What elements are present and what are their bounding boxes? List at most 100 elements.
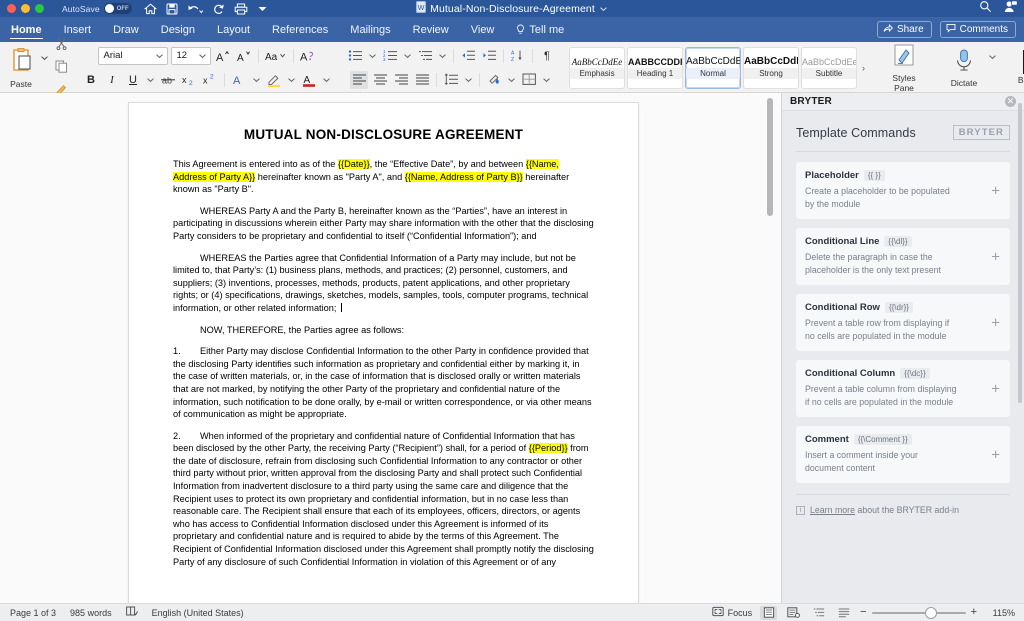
numbered-list-chevron-down-icon[interactable] [402, 47, 413, 65]
home-icon[interactable] [143, 3, 157, 15]
styles-gallery-more-button[interactable]: › [859, 63, 868, 73]
document-paragraph[interactable]: WHEREAS Party A and the Party B, hereina… [173, 205, 594, 243]
document-page[interactable]: MUTUAL NON-DISCLOSURE AGREEMENT This Agr… [129, 103, 638, 603]
document-paragraph[interactable]: WHEREAS the Parties agree that Confident… [173, 252, 594, 315]
tab-references[interactable]: References [261, 17, 339, 42]
document-title-chevron-down-icon[interactable] [599, 0, 608, 18]
zoom-out-button[interactable]: − [860, 607, 866, 618]
comments-button[interactable]: Comments [939, 21, 1016, 38]
customize-toolbar-icon[interactable] [257, 4, 268, 14]
multilevel-list-icon[interactable] [416, 47, 434, 65]
placeholder-token[interactable]: {{Period}} [528, 443, 568, 454]
font-color-chevron-down-icon[interactable] [321, 71, 332, 89]
text-effects-chevron-down-icon[interactable] [251, 71, 262, 89]
close-window-button[interactable] [7, 4, 16, 13]
font-name-combobox[interactable]: Arial [97, 46, 168, 65]
underline-chevron-down-icon[interactable] [145, 71, 156, 89]
command-card-conditional-column[interactable]: Conditional Column {{\dc}} Prevent a tab… [796, 360, 1010, 417]
style-subtitle[interactable]: AaBbCcDdEe Subtitle [801, 46, 857, 89]
styles-pane-button[interactable]: Styles Pane [881, 43, 927, 93]
account-icon[interactable] [1004, 0, 1018, 18]
strikethrough-button[interactable]: ab [159, 71, 177, 89]
tab-tell-me[interactable]: Tell me [505, 17, 575, 42]
command-card-conditional-row[interactable]: Conditional Row {{\dr}} Prevent a table … [796, 294, 1010, 351]
document-scrollbar-thumb[interactable] [767, 98, 773, 216]
status-bar-left[interactable]: Page 1 of 3 985 words English (United St… [0, 606, 244, 619]
tab-review[interactable]: Review [402, 17, 460, 42]
outline-view-button[interactable] [810, 606, 827, 620]
document-paragraph[interactable]: 1. Either Party may disclose Confidential… [173, 345, 594, 421]
learn-more-link[interactable]: Learn more [810, 505, 855, 515]
autosave-toggle[interactable]: OFF [103, 3, 132, 14]
minimize-window-button[interactable] [21, 4, 30, 13]
text-effects-icon[interactable]: A [230, 71, 248, 89]
tabstrip-right-actions[interactable]: Share Comments [876, 21, 1024, 38]
numbered-list-icon[interactable]: 123 [381, 47, 399, 65]
quick-access-toolbar[interactable] [143, 3, 268, 15]
print-layout-view-button[interactable] [760, 605, 778, 620]
close-icon[interactable]: ✕ [1005, 96, 1016, 107]
tab-mailings[interactable]: Mailings [339, 17, 401, 42]
window-controls[interactable] [7, 4, 44, 13]
paste-button[interactable]: Paste [4, 47, 38, 89]
add-command-icon[interactable]: + [991, 183, 1000, 198]
zoom-slider[interactable]: − + [860, 607, 977, 618]
font-size-combobox[interactable]: 12 [170, 46, 211, 65]
italic-button[interactable]: I [103, 71, 121, 89]
document-paragraph[interactable]: This Agreement is entered into as of the… [173, 158, 594, 196]
focus-button[interactable]: Focus [711, 606, 752, 619]
subscript-button[interactable]: x2 [180, 71, 198, 89]
show-formatting-marks-icon[interactable]: ¶ [538, 47, 556, 65]
save-icon[interactable] [166, 3, 178, 15]
titlebar-right-icons[interactable] [979, 0, 1018, 17]
task-pane-scrollbar[interactable] [1018, 103, 1022, 583]
dictate-button[interactable]: Dictate [941, 48, 987, 88]
maximize-window-button[interactable] [35, 4, 44, 13]
superscript-button[interactable]: x2 [201, 71, 219, 89]
copy-icon[interactable] [55, 60, 68, 78]
borders-icon[interactable] [520, 71, 538, 89]
sort-icon[interactable]: AZ [509, 47, 527, 65]
highlight-chevron-down-icon[interactable] [286, 71, 297, 89]
bryter-addin-button[interactable]: B BRYTER [1012, 50, 1024, 85]
shading-icon[interactable] [485, 71, 503, 89]
zoom-track[interactable] [871, 607, 966, 618]
document-paragraph[interactable]: NOW, THEREFORE, the Parties agree as fol… [173, 324, 594, 337]
clear-formatting-icon[interactable]: A [299, 47, 317, 65]
line-spacing-chevron-down-icon[interactable] [463, 71, 474, 89]
tab-home[interactable]: Home [0, 17, 53, 42]
page-number-status[interactable]: Page 1 of 3 [10, 608, 56, 618]
ribbon-group-clipboard[interactable]: Paste [0, 37, 72, 95]
style-strong[interactable]: AaBbCcDdE Strong [743, 46, 799, 89]
borders-chevron-down-icon[interactable] [541, 71, 552, 89]
undo-icon[interactable] [187, 3, 204, 15]
status-bar[interactable]: Page 1 of 3 985 words English (United St… [0, 603, 1024, 621]
cut-icon[interactable] [55, 37, 68, 55]
search-icon[interactable] [979, 0, 992, 18]
web-layout-view-button[interactable] [785, 606, 802, 620]
add-command-icon[interactable]: + [991, 447, 1000, 462]
zoom-in-button[interactable]: + [971, 607, 977, 618]
ribbon[interactable]: Paste Arial 12 A A Aa A B I U ab x 2 x 2… [0, 37, 1024, 95]
zoom-level[interactable]: 115% [985, 608, 1015, 618]
tab-design[interactable]: Design [150, 17, 206, 42]
command-card-placeholder[interactable]: Placeholder {{ }} Create a placeholder t… [796, 162, 1010, 219]
ribbon-group-font[interactable]: Arial 12 A A Aa A B I U ab x 2 x 2 A A [78, 42, 336, 93]
dictate-chevron-down-icon[interactable] [987, 48, 998, 66]
add-command-icon[interactable]: + [991, 381, 1000, 396]
style-heading-1[interactable]: AABBCCDDI Heading 1 [627, 46, 683, 89]
font-color-icon[interactable]: A [300, 71, 318, 89]
align-center-button[interactable] [371, 71, 389, 89]
align-right-button[interactable] [392, 71, 410, 89]
status-bar-right[interactable]: Focus − + 115% [711, 605, 1024, 620]
document-vertical-scrollbar[interactable] [767, 98, 773, 598]
document-canvas[interactable]: MUTUAL NON-DISCLOSURE AGREEMENT This Agr… [0, 93, 781, 603]
document-paragraph[interactable]: 2. When informed of the proprietary and c… [173, 430, 594, 569]
document-title[interactable]: Mutual-Non-Disclosure-Agreement [430, 3, 595, 15]
autosave-control[interactable]: AutoSave OFF [62, 3, 132, 14]
proofing-icon[interactable] [125, 606, 138, 619]
redo-icon[interactable] [213, 3, 225, 15]
ribbon-group-styles[interactable]: AaBbCcDdEe Emphasis AABBCCDDI Heading 1 … [566, 42, 871, 93]
change-case-icon[interactable]: Aa [264, 47, 288, 65]
justify-button[interactable] [413, 71, 431, 89]
